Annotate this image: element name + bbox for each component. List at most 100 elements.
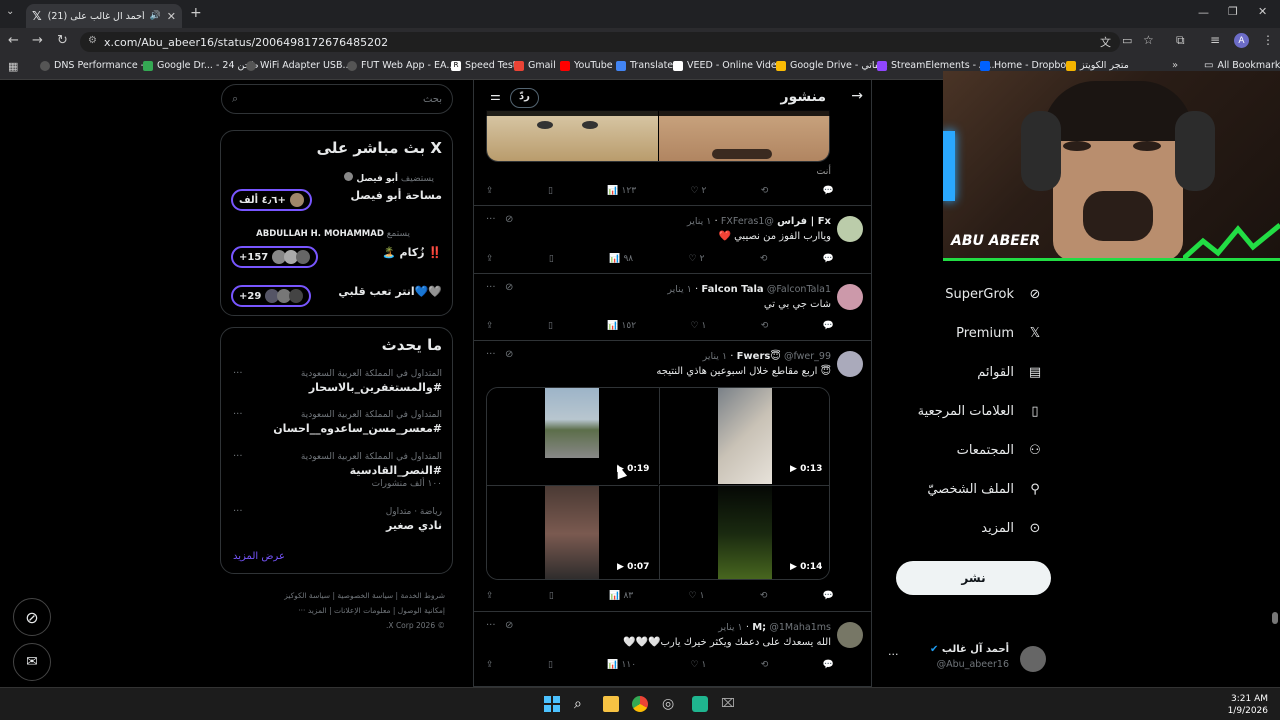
live-item-listeners[interactable]: +157: [231, 246, 319, 268]
bookmark-item[interactable]: WiFi Adapter USB...: [246, 60, 352, 71]
bookmark-icon[interactable]: ▯: [548, 321, 553, 331]
reply-icon[interactable]: 💬: [823, 660, 834, 670]
nav-lists[interactable]: ▤ القوائم: [977, 363, 1044, 381]
minimize-button[interactable]: —: [1198, 6, 1209, 19]
nav-more[interactable]: ⊙ المزيد: [981, 519, 1044, 537]
grok-icon[interactable]: ⊘: [505, 282, 513, 293]
post-author[interactable]: Falcon Tala @FalconTala1 · ١ يناير: [667, 284, 831, 295]
bookmark-icon[interactable]: ▯: [549, 254, 554, 264]
avatar[interactable]: [837, 284, 863, 310]
video-thumbnail[interactable]: ▶ 0:13: [659, 388, 829, 484]
like-button[interactable]: ♡ ٢: [689, 254, 705, 264]
cast-icon[interactable]: ▭: [1122, 34, 1132, 47]
like-button[interactable]: ♡ ١: [690, 321, 706, 331]
bookmark-item[interactable]: Gmail: [514, 60, 556, 71]
star-icon[interactable]: ☆: [1143, 33, 1154, 47]
file-explorer-icon[interactable]: [603, 696, 619, 712]
obs-icon[interactable]: ◎: [662, 696, 678, 712]
avatar[interactable]: [837, 216, 863, 242]
footer-link[interactable]: المزيد ···: [298, 606, 326, 615]
maximize-button[interactable]: ❐: [1228, 5, 1238, 18]
bookmark-item[interactable]: متجر الكويتز: [1066, 60, 1129, 71]
like-button[interactable]: ♡ ٢: [690, 186, 706, 196]
post-button[interactable]: نشر: [896, 561, 1051, 595]
reload-icon[interactable]: ↻: [57, 33, 68, 48]
trend-tag[interactable]: #معسر_مسن_ساعدوه__احسان: [273, 422, 442, 435]
views-count[interactable]: 📊 ١٥٢: [607, 321, 636, 331]
system-clock[interactable]: 3:21 AM 1/9/2026: [1226, 693, 1268, 717]
bookmark-item[interactable]: VEED - Online Vide...: [673, 60, 786, 71]
bookmark-item[interactable]: StreamElements - A...: [877, 60, 995, 71]
nav-communities[interactable]: ⚇ المجتمعات: [957, 441, 1044, 459]
live-item-title[interactable]: ‼️ زُكام 🏝️: [382, 246, 442, 259]
trend-tag[interactable]: #النصر_القادسية: [350, 464, 442, 477]
footer-link[interactable]: سياسة الكوكيز: [284, 591, 330, 600]
bookmark-item[interactable]: Translate: [616, 60, 673, 71]
bookmark-item[interactable]: Home - Dropbox: [980, 60, 1072, 71]
post-more-icon[interactable]: ···: [486, 282, 496, 293]
bookmark-item[interactable]: YouTube: [560, 60, 613, 71]
page-scrollbar[interactable]: [1272, 612, 1278, 624]
avatar[interactable]: [837, 351, 863, 377]
trend-more-icon[interactable]: ···: [233, 506, 243, 517]
reply-icon[interactable]: 💬: [823, 254, 834, 264]
nav-profile[interactable]: ⚲ الملف الشخصيّ: [927, 480, 1044, 498]
grok-button[interactable]: ⊘: [13, 598, 51, 636]
views-count[interactable]: 📊 ٩٨: [609, 254, 633, 264]
post-image[interactable]: [486, 110, 830, 162]
messages-button[interactable]: ✉: [13, 643, 51, 681]
bookmark-item[interactable]: DNS Performance -...: [40, 60, 153, 71]
show-more-link[interactable]: عرض المزيد: [233, 551, 285, 562]
app-icon[interactable]: [692, 696, 708, 712]
reply-icon[interactable]: 💬: [823, 321, 834, 331]
grok-icon[interactable]: ⊘: [505, 349, 513, 360]
search-input[interactable]: ⌕ بحث: [221, 84, 453, 114]
repost-icon[interactable]: ⟲: [761, 660, 769, 670]
reply-icon[interactable]: 💬: [823, 186, 834, 196]
live-item-title[interactable]: مساحة أبو فيصل: [350, 189, 442, 202]
share-icon[interactable]: ⇪: [486, 591, 494, 601]
translate-icon[interactable]: 文: [1100, 34, 1111, 50]
views-count[interactable]: 📊 ٨٣: [609, 591, 633, 601]
nav-bookmarks[interactable]: ▯ العلامات المرجعية: [918, 402, 1044, 420]
chrome-icon[interactable]: [632, 696, 648, 712]
video-thumbnail[interactable]: ▶ 0:07: [487, 485, 658, 579]
start-button[interactable]: [544, 696, 560, 712]
bookmark-icon[interactable]: ▯: [548, 186, 553, 196]
nav-premium[interactable]: 𝕏 Premium: [956, 324, 1044, 342]
nav-supergrok[interactable]: ⊘ SuperGrok: [945, 285, 1044, 303]
post-more-icon[interactable]: ···: [486, 214, 496, 225]
trend-more-icon[interactable]: ···: [233, 409, 243, 420]
post-more-icon[interactable]: ···: [486, 349, 496, 360]
tab-close-icon[interactable]: ✕: [167, 10, 176, 23]
share-icon[interactable]: ⇪: [486, 186, 494, 196]
reply-sort-button[interactable]: ردّ: [510, 88, 539, 108]
live-item-listeners[interactable]: +29: [231, 285, 312, 307]
trend-more-icon[interactable]: ···: [233, 451, 243, 462]
share-icon[interactable]: ⇪: [486, 254, 494, 264]
site-info-icon[interactable]: ⚙: [88, 35, 97, 46]
search-icon[interactable]: ⌕: [574, 696, 590, 712]
post-more-icon[interactable]: ···: [486, 620, 496, 631]
repost-icon[interactable]: ⟲: [760, 591, 768, 601]
views-count[interactable]: 📊 ١٢٣: [607, 186, 636, 196]
bookmark-item[interactable]: R Speed Test: [451, 60, 517, 71]
trend-tag[interactable]: #والمستغفرين_بالاسحار: [309, 381, 442, 394]
grok-icon[interactable]: ⊘: [505, 620, 513, 631]
account-more-icon[interactable]: ···: [888, 648, 899, 661]
bookmark-item[interactable]: Google Dr... - طحن 24: [143, 60, 258, 71]
tab-search-button[interactable]: ⌄: [6, 6, 14, 17]
views-count[interactable]: 📊 ١١٠: [607, 660, 636, 670]
trend-more-icon[interactable]: ···: [233, 368, 243, 379]
browser-tab[interactable]: 𝕏 (21) أحمد آل غالب على X: "ال... 🔊 ✕: [26, 4, 182, 28]
close-window-button[interactable]: ✕: [1258, 5, 1267, 18]
live-item-listeners[interactable]: ٤٫٦ ألف+: [231, 189, 312, 211]
like-button[interactable]: ♡ ١: [689, 591, 705, 601]
new-tab-button[interactable]: +: [190, 5, 202, 21]
footer-link[interactable]: معلومات الإعلانات: [334, 606, 390, 615]
bookmark-item[interactable]: FUT Web App - EA...: [347, 60, 455, 71]
profile-avatar[interactable]: A: [1234, 33, 1249, 48]
app-icon[interactable]: ⌧: [721, 696, 737, 712]
grok-icon[interactable]: ⊘: [505, 214, 513, 225]
repost-icon[interactable]: ⟲: [761, 321, 769, 331]
